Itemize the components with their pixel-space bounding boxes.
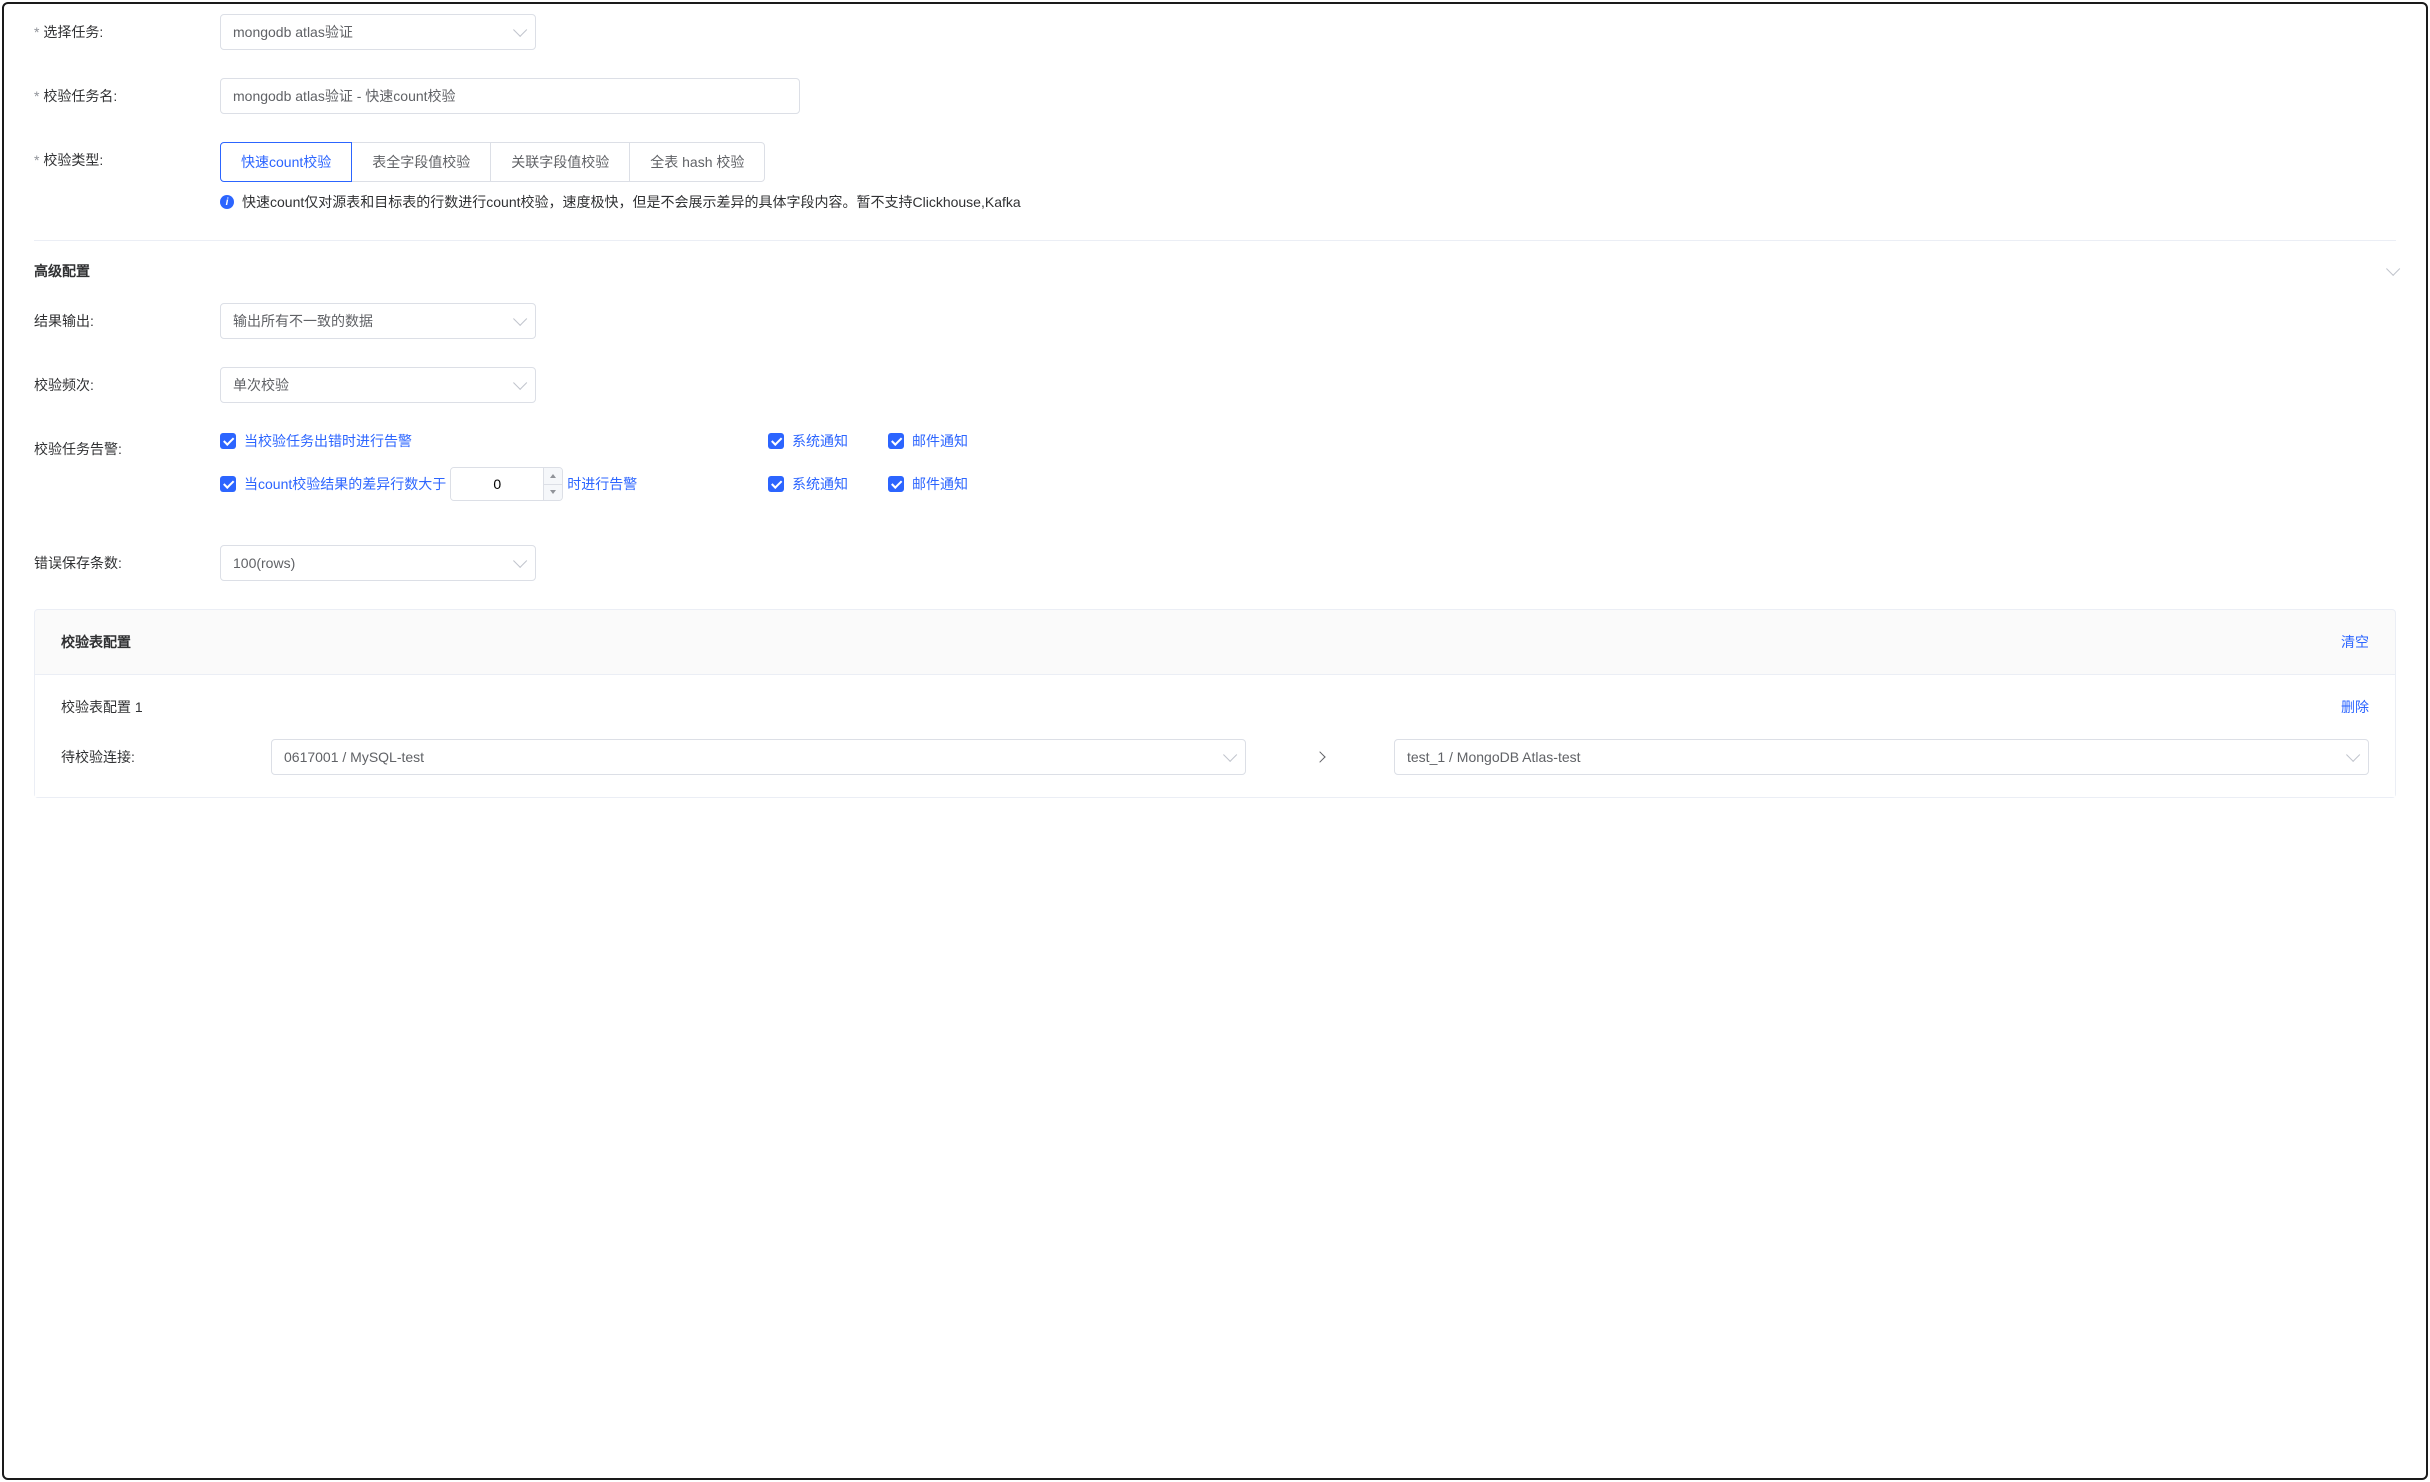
check-type-option-fast-count[interactable]: 快速count校验: [220, 142, 352, 182]
diff-threshold-input[interactable]: [451, 468, 543, 500]
stepper-down-button[interactable]: [544, 485, 562, 501]
select-task-value: mongodb atlas验证: [233, 22, 353, 42]
alarm2-system-notify-checkbox[interactable]: 系统通知: [768, 474, 848, 494]
alarm1-system-notify-checkbox[interactable]: 系统通知: [768, 431, 848, 451]
chevron-down-icon: [513, 312, 527, 326]
table-config-item-title: 校验表配置 1: [61, 697, 143, 717]
error-rows-value: 100(rows): [233, 555, 295, 571]
alarm-label: 校验任务告警:: [34, 431, 220, 459]
select-task-dropdown[interactable]: mongodb atlas验证: [220, 14, 536, 50]
alarm2-mail-notify-checkbox[interactable]: 邮件通知: [888, 474, 968, 494]
chevron-down-icon: [2386, 262, 2400, 276]
alarm-on-diff-post: 时进行告警: [567, 474, 637, 494]
chevron-down-icon: [513, 23, 527, 37]
task-name-label: 校验任务名:: [34, 78, 220, 106]
check-type-label: 校验类型:: [34, 142, 220, 170]
task-name-value: mongodb atlas验证 - 快速count校验: [233, 86, 456, 106]
error-rows-label: 错误保存条数:: [34, 545, 220, 573]
check-type-option-full-field[interactable]: 表全字段值校验: [351, 142, 491, 182]
divider: [34, 240, 2396, 241]
table-config-panel: 校验表配置 清空 校验表配置 1 删除 待校验连接: 0617001 / MyS…: [34, 609, 2396, 798]
select-task-label: 选择任务:: [34, 14, 220, 42]
chevron-down-icon: [513, 376, 527, 390]
check-type-option-related-field[interactable]: 关联字段值校验: [490, 142, 630, 182]
connection-label: 待校验连接:: [61, 747, 201, 767]
table-config-title: 校验表配置: [61, 632, 131, 652]
alarm-on-error-text: 当校验任务出错时进行告警: [244, 431, 412, 451]
caret-down-icon: [550, 490, 556, 494]
clear-button[interactable]: 清空: [2341, 632, 2369, 652]
target-connection-dropdown[interactable]: test_1 / MongoDB Atlas-test: [1394, 739, 2369, 775]
frequency-dropdown[interactable]: 单次校验: [220, 367, 536, 403]
error-rows-dropdown[interactable]: 100(rows): [220, 545, 536, 581]
check-type-radio-group: 快速count校验 表全字段值校验 关联字段值校验 全表 hash 校验: [220, 142, 2396, 182]
info-icon: i: [220, 195, 234, 209]
diff-threshold-stepper[interactable]: [450, 467, 563, 501]
source-connection-value: 0617001 / MySQL-test: [284, 749, 424, 765]
alarm1-mail-notify-checkbox[interactable]: 邮件通知: [888, 431, 968, 451]
frequency-label: 校验频次:: [34, 367, 220, 395]
alarm-on-diff-checkbox[interactable]: 当count校验结果的差异行数大于: [220, 474, 446, 494]
alarm-on-diff-pre: 当count校验结果的差异行数大于: [244, 474, 446, 494]
checkbox-icon: [768, 476, 784, 492]
advanced-title: 高级配置: [34, 261, 90, 281]
result-output-label: 结果输出:: [34, 303, 220, 331]
task-name-input[interactable]: mongodb atlas验证 - 快速count校验: [220, 78, 800, 114]
advanced-section-header[interactable]: 高级配置: [34, 261, 2396, 281]
alarm2-mail-notify-text: 邮件通知: [912, 474, 968, 494]
alarm1-system-notify-text: 系统通知: [792, 431, 848, 451]
result-output-dropdown[interactable]: 输出所有不一致的数据: [220, 303, 536, 339]
stepper-up-button[interactable]: [544, 468, 562, 485]
frequency-value: 单次校验: [233, 375, 289, 395]
caret-up-icon: [550, 474, 556, 478]
checkbox-icon: [220, 433, 236, 449]
check-type-option-full-hash[interactable]: 全表 hash 校验: [629, 142, 765, 182]
checkbox-icon: [220, 476, 236, 492]
checkbox-icon: [888, 476, 904, 492]
delete-button[interactable]: 删除: [2341, 697, 2369, 717]
check-type-hint: i 快速count仅对源表和目标表的行数进行count校验，速度极快，但是不会展…: [220, 192, 2396, 212]
result-output-value: 输出所有不一致的数据: [233, 311, 373, 331]
checkbox-icon: [888, 433, 904, 449]
alarm-on-error-checkbox[interactable]: 当校验任务出错时进行告警: [220, 431, 412, 451]
chevron-down-icon: [513, 554, 527, 568]
target-connection-value: test_1 / MongoDB Atlas-test: [1407, 749, 1581, 765]
check-type-hint-text: 快速count仅对源表和目标表的行数进行count校验，速度极快，但是不会展示差…: [242, 192, 1021, 212]
alarm1-mail-notify-text: 邮件通知: [912, 431, 968, 451]
checkbox-icon: [768, 433, 784, 449]
chevron-down-icon: [1223, 748, 1237, 762]
chevron-down-icon: [2346, 748, 2360, 762]
source-connection-dropdown[interactable]: 0617001 / MySQL-test: [271, 739, 1246, 775]
alarm2-system-notify-text: 系统通知: [792, 474, 848, 494]
arrow-right-icon: [1314, 751, 1325, 762]
